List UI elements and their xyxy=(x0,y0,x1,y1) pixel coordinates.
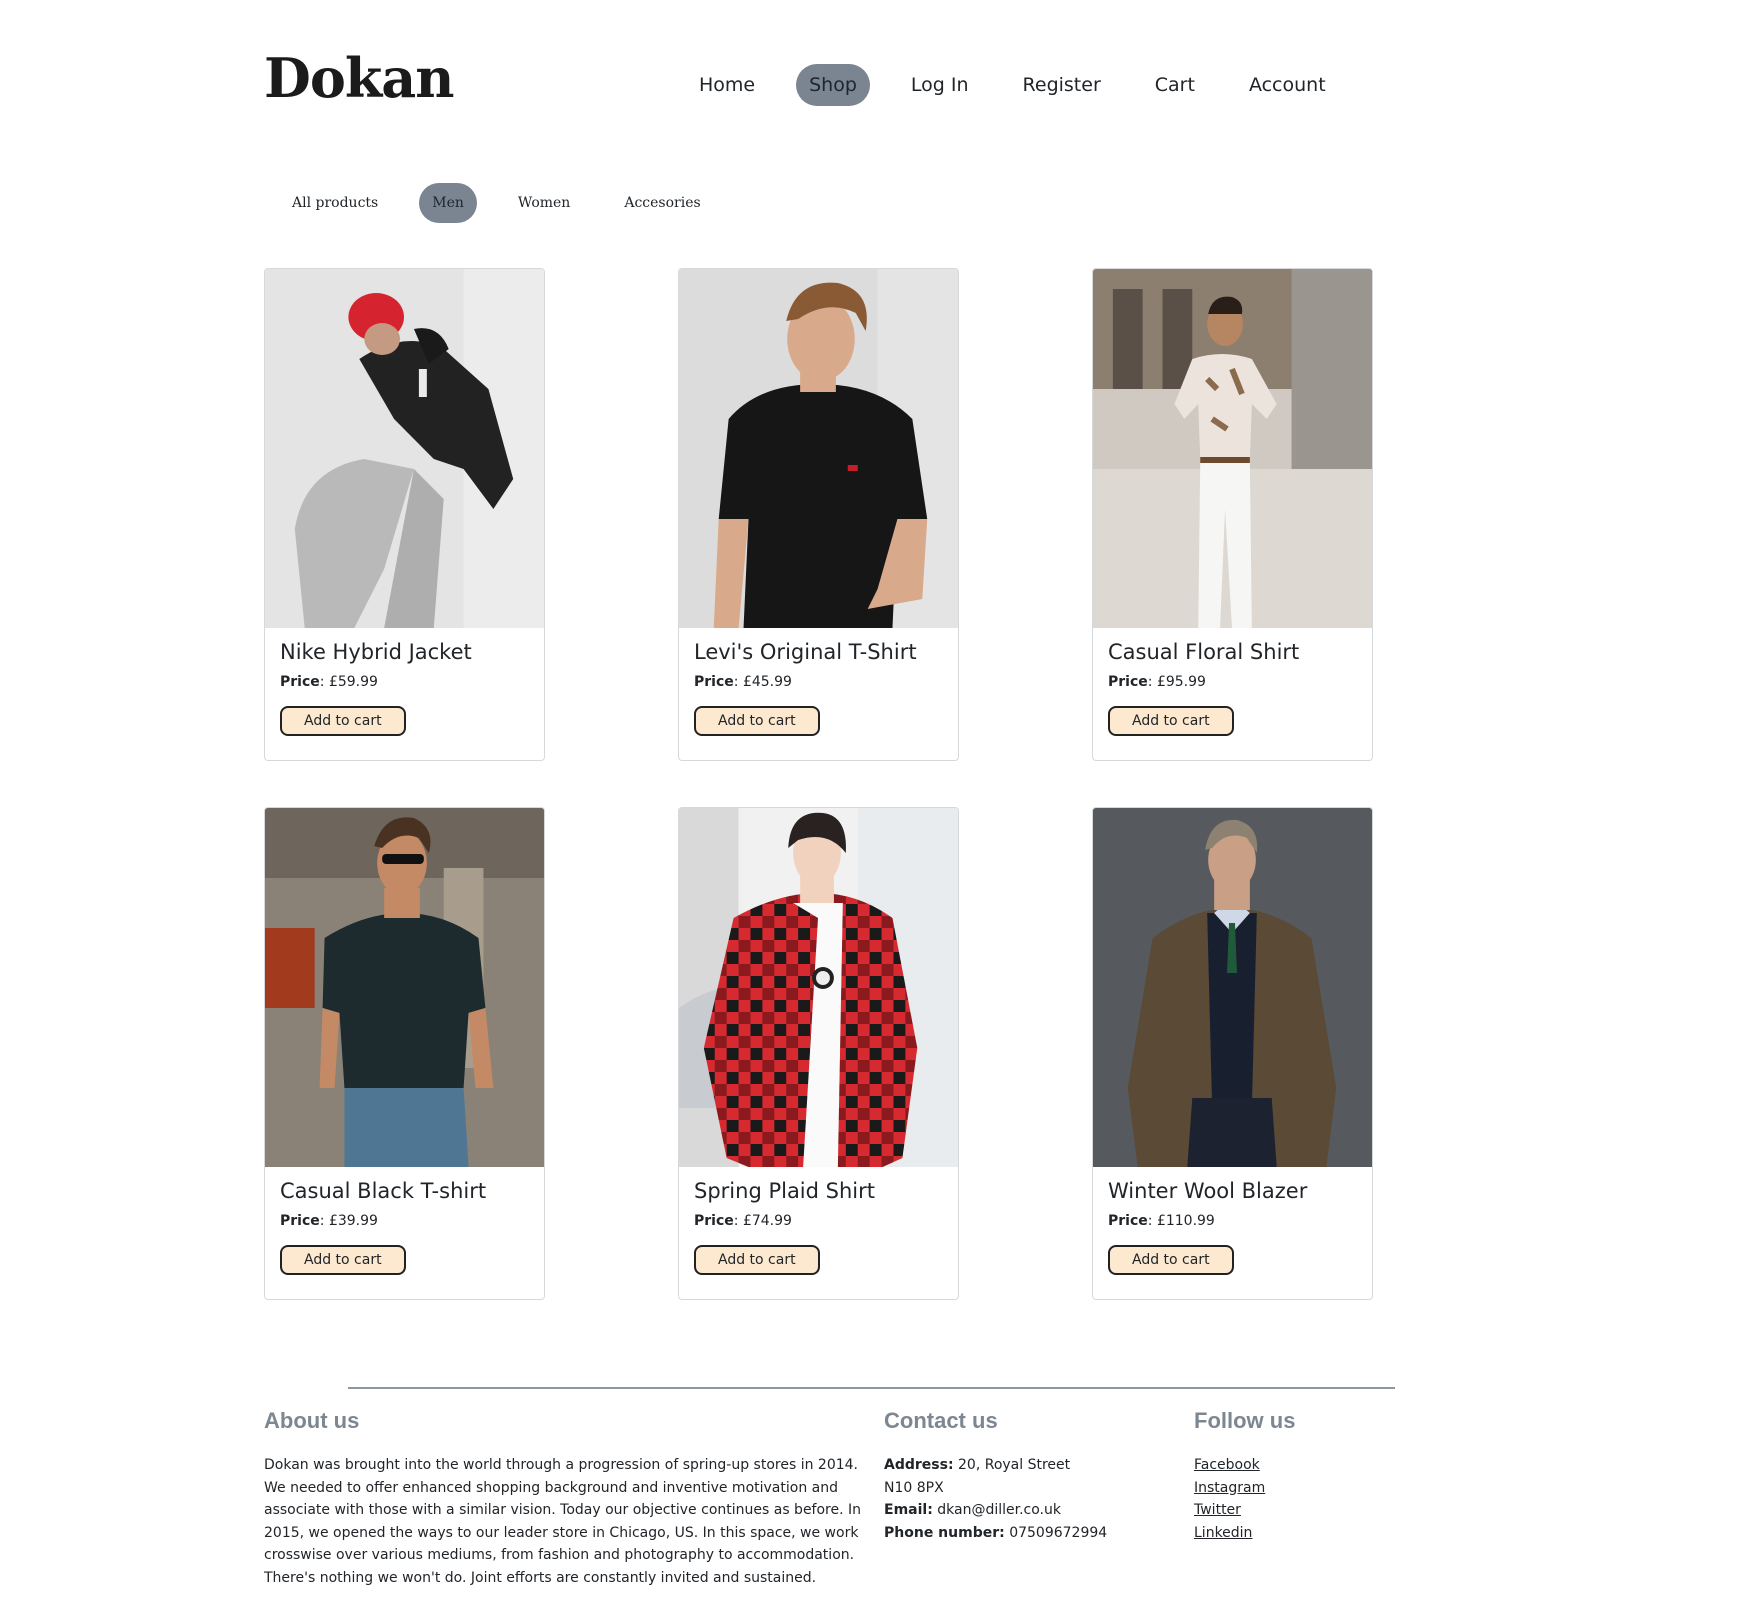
product-price: Price: £95.99 xyxy=(1108,674,1206,690)
nav-shop[interactable]: Shop xyxy=(796,64,870,106)
social-links: Facebook Instagram Twitter Linkedin xyxy=(1194,1454,1394,1544)
product-title[interactable]: Nike Hybrid Jacket xyxy=(280,640,529,664)
nav-register[interactable]: Register xyxy=(1010,64,1114,106)
product-title[interactable]: Spring Plaid Shirt xyxy=(694,1179,943,1203)
product-grid: Nike Hybrid Jacket Price: £59.99 Add to … xyxy=(264,268,1375,1300)
contact-info: Address: 20, Royal Street N10 8PX Email:… xyxy=(884,1454,1184,1544)
about-text: Dokan was brought into the world through… xyxy=(264,1457,862,1586)
product-card: Spring Plaid Shirt Price: £74.99 Add to … xyxy=(678,807,959,1300)
linkedin-link[interactable]: Linkedin xyxy=(1194,1522,1394,1545)
price-label: Price xyxy=(280,1213,320,1229)
filter-all-products[interactable]: All products xyxy=(279,183,391,223)
product-image-floral-shirt[interactable] xyxy=(1093,269,1372,628)
address-label: Address: xyxy=(884,1457,954,1473)
add-to-cart-button[interactable]: Add to cart xyxy=(1108,706,1234,736)
contact-heading: Contact us xyxy=(884,1408,998,1433)
product-title[interactable]: Winter Wool Blazer xyxy=(1108,1179,1357,1203)
price-value: £110.99 xyxy=(1156,1213,1215,1229)
filter-women[interactable]: Women xyxy=(505,183,583,223)
nav-login[interactable]: Log In xyxy=(898,64,982,106)
price-label: Price xyxy=(1108,674,1148,690)
product-price: Price: £74.99 xyxy=(694,1213,792,1229)
contact-address: Address: 20, Royal Street xyxy=(884,1454,1184,1477)
product-price: Price: £59.99 xyxy=(280,674,378,690)
address-line1: 20, Royal Street xyxy=(958,1457,1071,1473)
product-price: Price: £110.99 xyxy=(1108,1213,1215,1229)
product-title[interactable]: Casual Black T-shirt xyxy=(280,1179,529,1203)
nav-account[interactable]: Account xyxy=(1236,64,1339,106)
price-value: £39.99 xyxy=(328,1213,378,1229)
address-line2: N10 8PX xyxy=(884,1479,944,1496)
email-value: dkan@diller.co.uk xyxy=(937,1502,1061,1518)
product-image-jacket[interactable] xyxy=(265,269,544,628)
price-value: £45.99 xyxy=(742,674,792,690)
add-to-cart-button[interactable]: Add to cart xyxy=(280,706,406,736)
follow-heading: Follow us xyxy=(1194,1408,1296,1433)
phone-value: 07509672994 xyxy=(1009,1524,1108,1541)
price-label: Price xyxy=(694,674,734,690)
about-heading: About us xyxy=(264,1408,360,1433)
phone-label: Phone number: xyxy=(884,1524,1005,1541)
facebook-link[interactable]: Facebook xyxy=(1194,1454,1394,1477)
product-image-tshirt[interactable] xyxy=(679,269,958,628)
nav-home[interactable]: Home xyxy=(686,64,768,106)
price-label: Price xyxy=(280,674,320,690)
product-price: Price: £45.99 xyxy=(694,674,792,690)
price-label: Price xyxy=(1108,1213,1148,1229)
product-title[interactable]: Casual Floral Shirt xyxy=(1108,640,1357,664)
category-filters: All products Men Women Accesories xyxy=(279,182,742,224)
product-image-black-tshirt[interactable] xyxy=(265,808,544,1167)
price-value: £59.99 xyxy=(328,674,378,690)
price-label: Price xyxy=(694,1213,734,1229)
main-nav: Home Shop Log In Register Cart Account xyxy=(686,62,1367,108)
contact-phone: Phone number: 07509672994 xyxy=(884,1522,1184,1545)
add-to-cart-button[interactable]: Add to cart xyxy=(1108,1245,1234,1275)
contact-email: Email: dkan@diller.co.uk xyxy=(884,1499,1184,1522)
footer-divider xyxy=(348,1387,1395,1389)
product-card: Casual Floral Shirt Price: £95.99 Add to… xyxy=(1092,268,1373,761)
filter-accesories[interactable]: Accesories xyxy=(611,183,713,223)
price-value: £95.99 xyxy=(1156,674,1206,690)
product-image-plaid-shirt[interactable] xyxy=(679,808,958,1167)
product-card: Levi's Original T-Shirt Price: £45.99 Ad… xyxy=(678,268,959,761)
add-to-cart-button[interactable]: Add to cart xyxy=(694,706,820,736)
product-card: Winter Wool Blazer Price: £110.99 Add to… xyxy=(1092,807,1373,1300)
site-logo[interactable]: Dokan xyxy=(264,46,455,110)
nav-cart[interactable]: Cart xyxy=(1142,64,1208,106)
twitter-link[interactable]: Twitter xyxy=(1194,1499,1394,1522)
price-value: £74.99 xyxy=(742,1213,792,1229)
email-label: Email: xyxy=(884,1502,933,1518)
product-title[interactable]: Levi's Original T-Shirt xyxy=(694,640,943,664)
product-price: Price: £39.99 xyxy=(280,1213,378,1229)
filter-men[interactable]: Men xyxy=(419,183,477,223)
add-to-cart-button[interactable]: Add to cart xyxy=(694,1245,820,1275)
product-card: Casual Black T-shirt Price: £39.99 Add t… xyxy=(264,807,545,1300)
product-card: Nike Hybrid Jacket Price: £59.99 Add to … xyxy=(264,268,545,761)
instagram-link[interactable]: Instagram xyxy=(1194,1477,1394,1500)
add-to-cart-button[interactable]: Add to cart xyxy=(280,1245,406,1275)
product-image-wool-blazer[interactable] xyxy=(1093,808,1372,1167)
